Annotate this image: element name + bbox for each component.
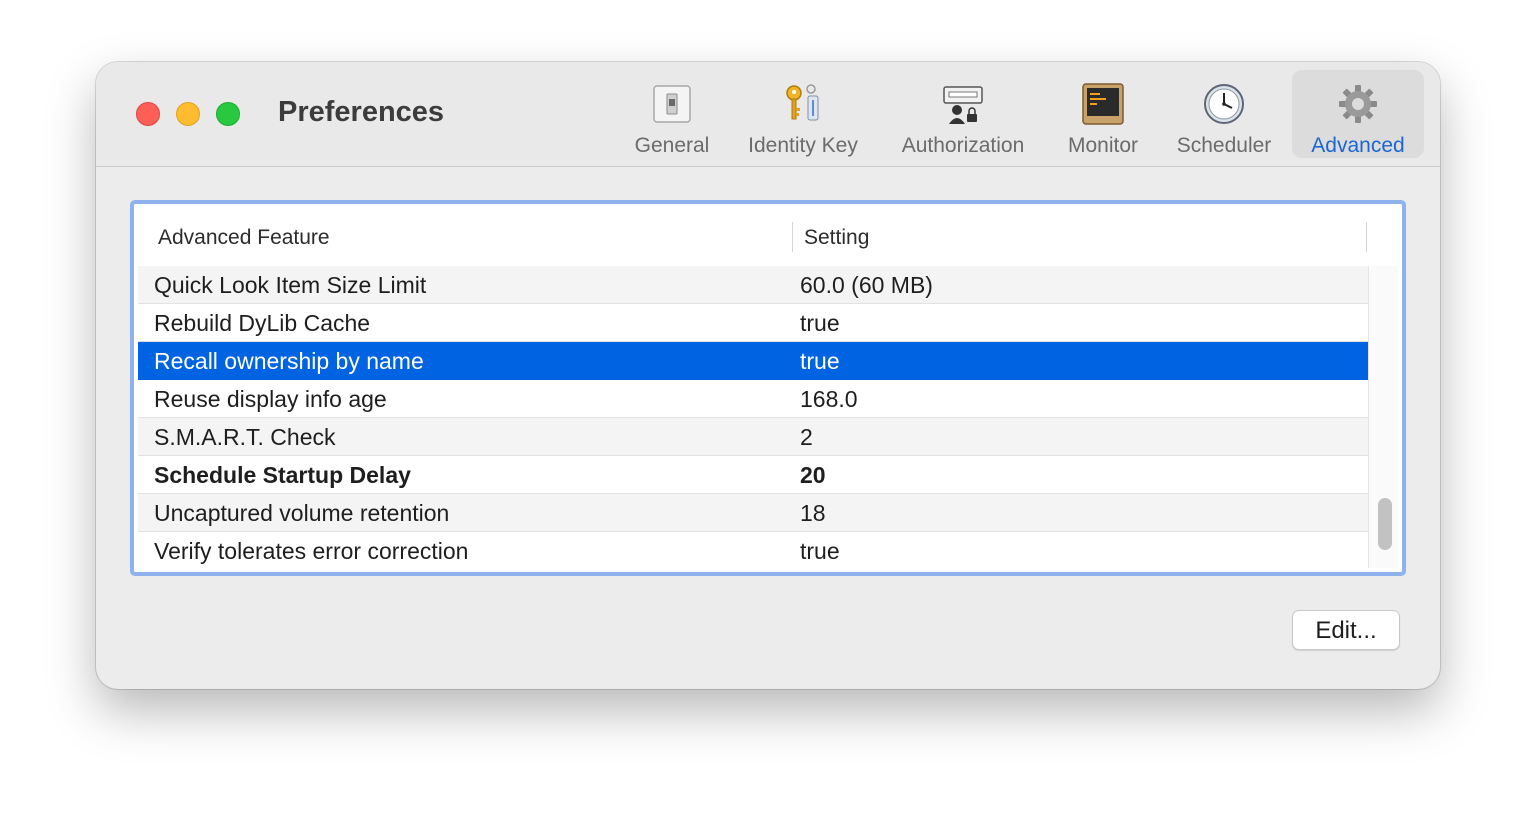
tab-general[interactable]: General	[622, 70, 722, 158]
setting-cell: true	[800, 310, 840, 336]
close-button[interactable]	[136, 102, 160, 126]
column-header-setting[interactable]: Setting	[804, 226, 869, 250]
gear-icon	[1339, 85, 1377, 123]
table-row[interactable]: Reuse display info age 168.0	[138, 380, 1368, 418]
tab-monitor[interactable]: Monitor	[1056, 70, 1150, 158]
general-switch-icon	[653, 85, 691, 123]
feature-cell: Schedule Startup Delay	[154, 462, 411, 488]
table-row[interactable]: Quick Look Item Size Limit 60.0 (60 MB)	[138, 266, 1368, 304]
setting-cell: true	[800, 538, 840, 564]
table-row[interactable]: S.M.A.R.T. Check 2	[138, 418, 1368, 456]
table-row[interactable]: Schedule Startup Delay 20	[138, 456, 1368, 494]
feature-cell: Reuse display info age	[154, 386, 387, 412]
tab-advanced-label: Advanced	[1311, 134, 1405, 157]
window-title: Preferences	[278, 96, 445, 128]
tab-general-label: General	[634, 134, 710, 157]
feature-cell: S.M.A.R.T. Check	[154, 424, 336, 450]
feature-cell: Recall ownership by name	[154, 348, 424, 374]
table-row[interactable]: Verify tolerates error correction true	[138, 532, 1368, 568]
setting-cell: 18	[800, 500, 826, 526]
keys-icon	[786, 84, 819, 121]
tab-scheduler[interactable]: Scheduler	[1168, 70, 1280, 158]
feature-cell: Quick Look Item Size Limit	[154, 272, 427, 298]
tab-identity-key[interactable]: Identity Key	[736, 70, 870, 158]
table-row-selected[interactable]: Recall ownership by name true	[138, 342, 1368, 380]
feature-cell: Uncaptured volume retention	[154, 500, 450, 526]
feature-cell: Rebuild DyLib Cache	[154, 310, 371, 336]
setting-cell: 60.0 (60 MB)	[800, 272, 933, 298]
scrollbar-thumb[interactable]	[1378, 498, 1392, 550]
tab-advanced[interactable]: Advanced	[1292, 70, 1424, 158]
toolbar: Preferences General Identity Key Authori…	[96, 62, 1440, 167]
setting-cell: 2	[800, 424, 813, 450]
tab-scheduler-label: Scheduler	[1176, 134, 1272, 157]
edit-button[interactable]: Edit...	[1292, 610, 1400, 650]
zoom-button[interactable]	[216, 102, 240, 126]
preferences-window: Preferences General Identity Key Authori…	[96, 62, 1440, 689]
monitor-terminal-icon	[1082, 83, 1124, 125]
tab-authorization-label: Authorization	[901, 134, 1025, 157]
table-body: Advanced Feature Setting Quick Look Item…	[138, 208, 1398, 568]
column-divider	[792, 222, 793, 252]
advanced-features-table[interactable]: Advanced Feature Setting Quick Look Item…	[130, 200, 1406, 576]
column-header-feature[interactable]: Advanced Feature	[158, 226, 330, 250]
feature-cell: Verify tolerates error correction	[154, 538, 469, 564]
column-divider	[1366, 222, 1367, 252]
table-rows: Quick Look Item Size Limit 60.0 (60 MB) …	[138, 266, 1368, 568]
tab-monitor-label: Monitor	[1067, 134, 1139, 157]
table-header: Advanced Feature Setting	[138, 208, 1398, 267]
authorization-keyboard-icon	[943, 86, 983, 124]
setting-cell: true	[800, 348, 840, 374]
table-row[interactable]: Uncaptured volume retention 18	[138, 494, 1368, 532]
table-row[interactable]: Rebuild DyLib Cache true	[138, 304, 1368, 342]
setting-cell: 20	[800, 462, 826, 488]
vertical-scrollbar[interactable]	[1368, 266, 1398, 568]
setting-cell: 168.0	[800, 386, 858, 412]
tab-identity-key-label: Identity Key	[748, 134, 858, 157]
tab-authorization[interactable]: Authorization	[888, 70, 1038, 158]
clock-icon	[1204, 84, 1244, 124]
minimize-button[interactable]	[176, 102, 200, 126]
